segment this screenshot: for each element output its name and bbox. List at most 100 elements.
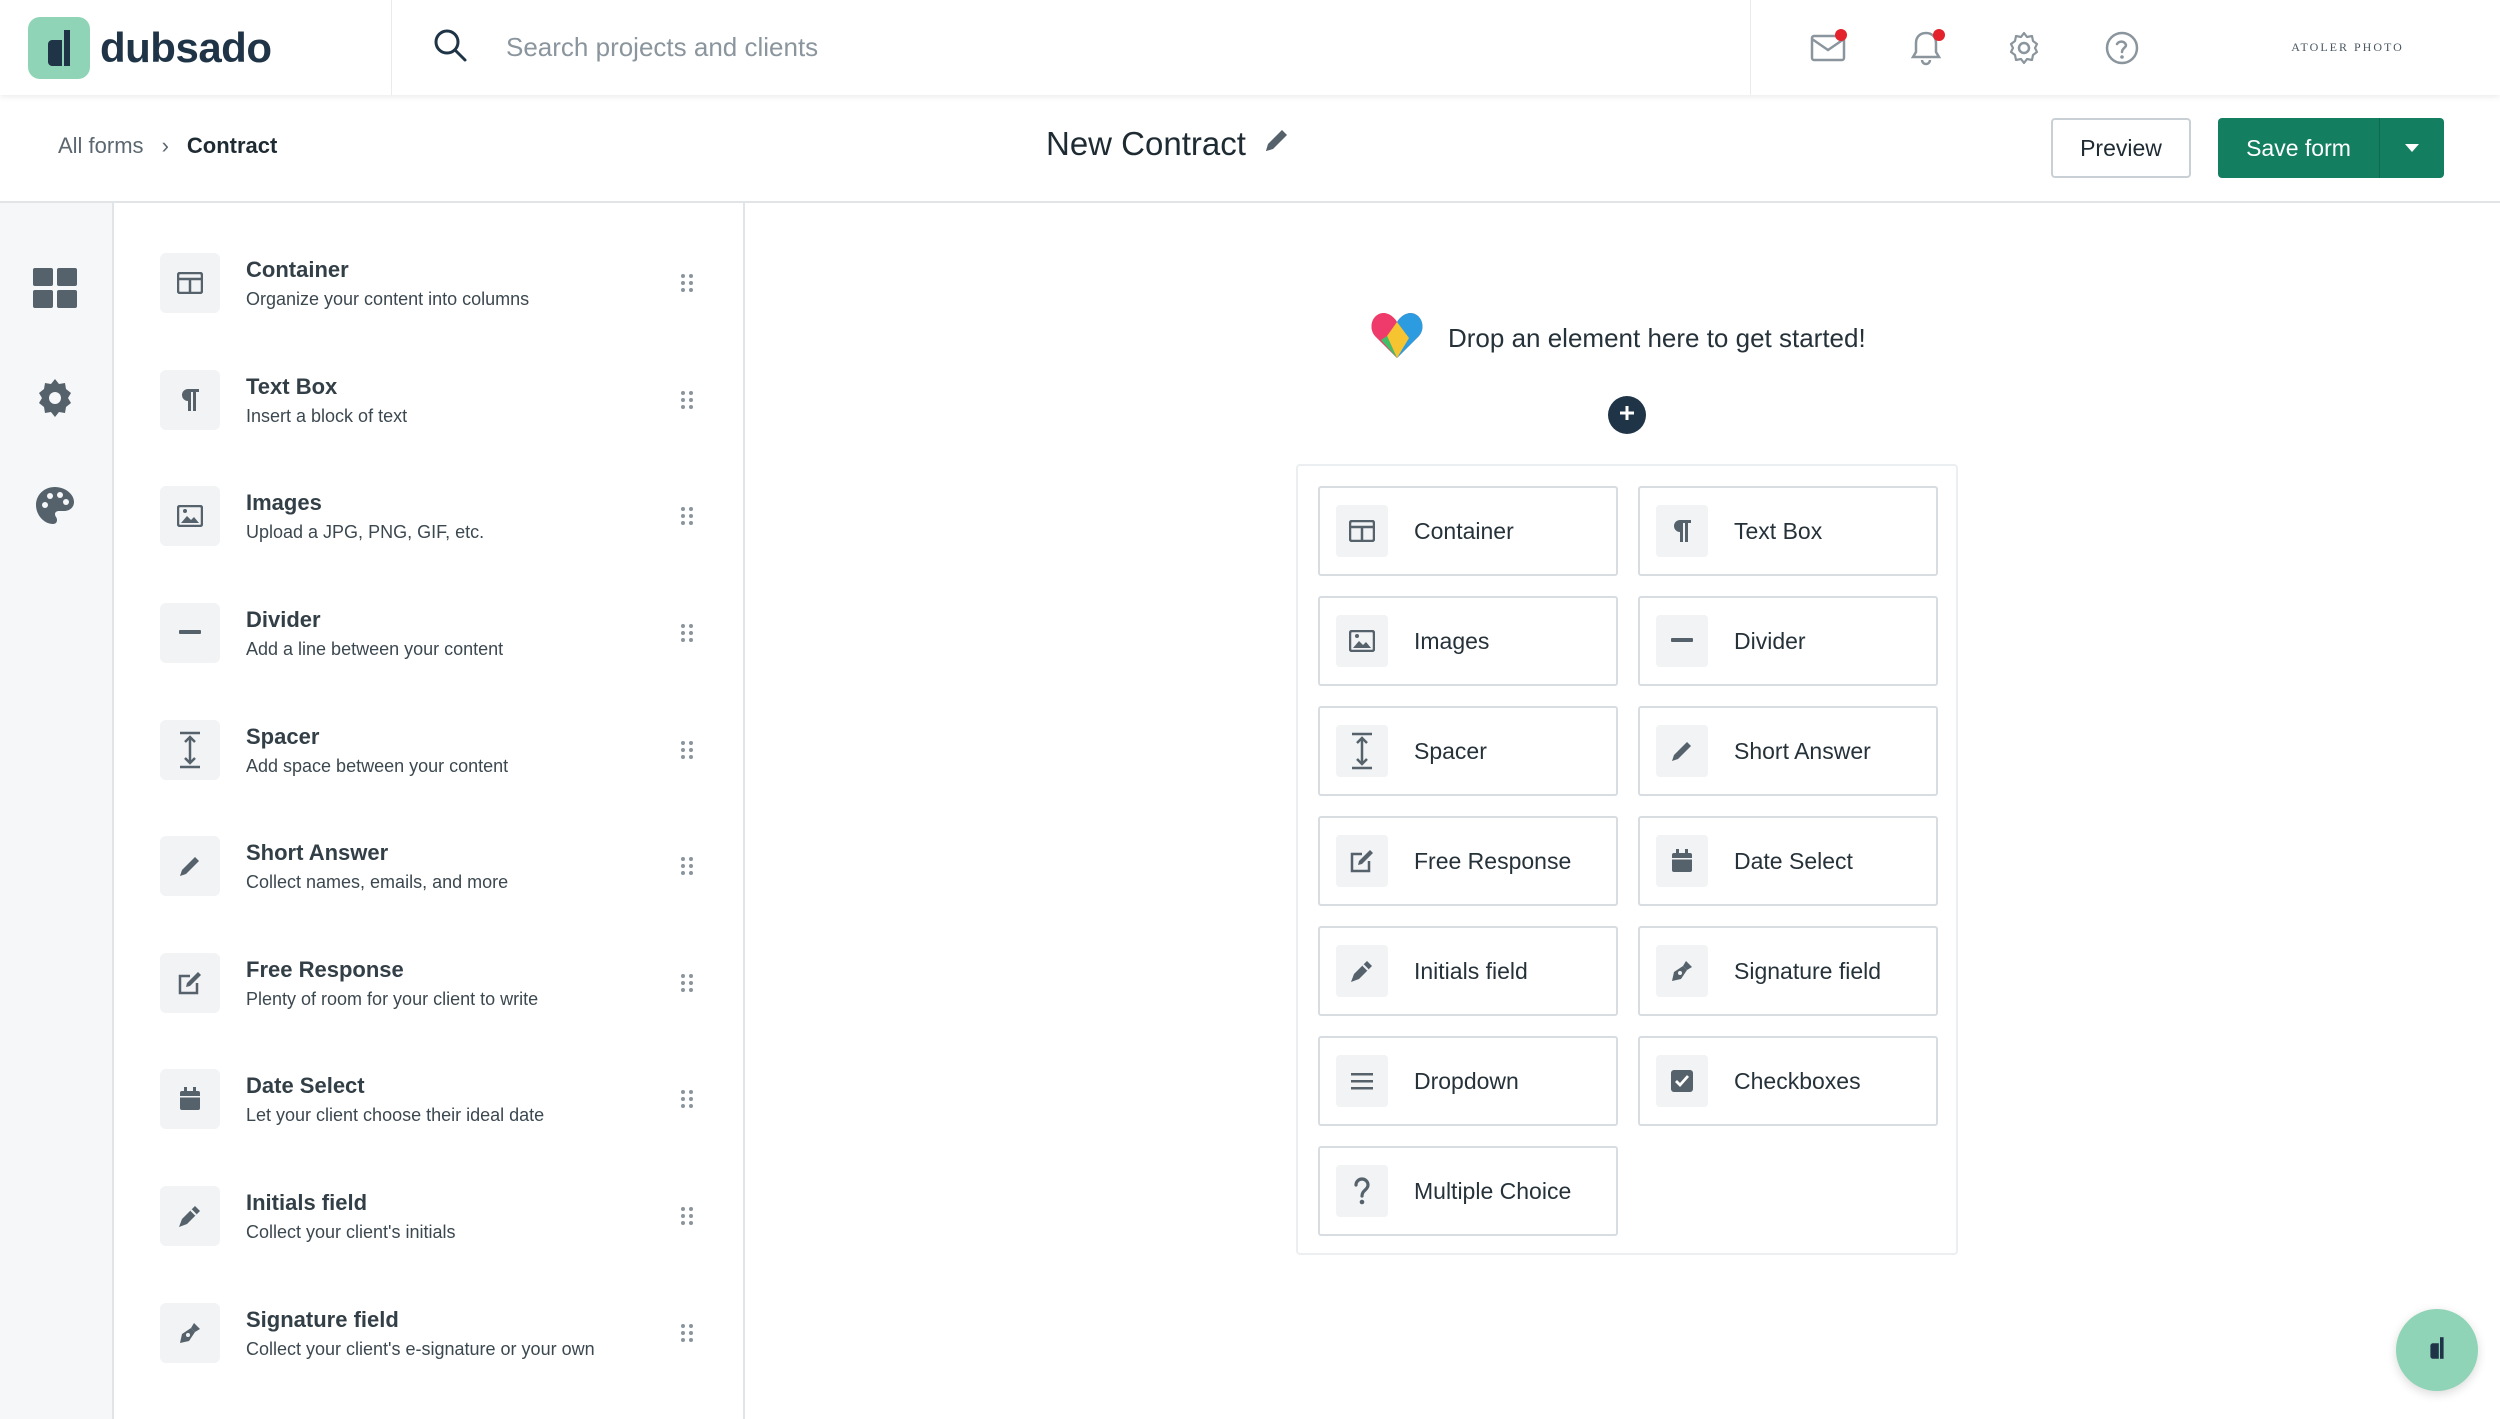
drag-handle-icon[interactable] [675, 504, 699, 528]
search-input[interactable] [506, 32, 1406, 63]
tile-label: Divider [1734, 627, 1806, 654]
edit-icon [160, 953, 220, 1013]
logo-text: dubsado [100, 23, 272, 71]
tile-label: Text Box [1734, 517, 1823, 544]
list-item-container[interactable]: Container Organize your content into colu… [160, 233, 715, 333]
signature-icon [1656, 945, 1708, 997]
drag-handle-icon[interactable] [675, 738, 699, 762]
gear-icon[interactable] [1999, 23, 2049, 73]
list-item-desc: Let your client choose their ideal date [246, 1104, 545, 1125]
tile-label: Initials field [1414, 957, 1528, 984]
form-header: All forms › Contract New Contract Previe… [0, 95, 2500, 203]
chat-launcher-button[interactable] [2396, 1309, 2478, 1391]
image-icon [1336, 615, 1388, 667]
tile-label: Container [1414, 517, 1514, 544]
drag-handle-icon[interactable] [675, 271, 699, 295]
signature-icon [160, 1303, 220, 1363]
list-item-title: Divider [246, 606, 321, 632]
form-title-text[interactable]: New Contract [1046, 125, 1246, 163]
list-item-title: Text Box [246, 373, 338, 399]
tile-dropdown[interactable]: Dropdown [1318, 1036, 1618, 1126]
search-icon[interactable] [432, 27, 468, 68]
settings-icon[interactable] [32, 375, 78, 421]
tile-divider[interactable]: Divider [1638, 596, 1938, 686]
list-item-title: Short Answer [246, 839, 389, 865]
list-item-short-answer[interactable]: Short Answer Collect names, emails, and m… [160, 816, 715, 916]
tile-free-response[interactable]: Free Response [1318, 816, 1618, 906]
tile-label: Dropdown [1414, 1067, 1519, 1094]
minus-icon [1656, 615, 1708, 667]
list-item-desc: Collect names, emails, and more [246, 871, 509, 892]
mail-notification-dot [1835, 28, 1847, 41]
list-item-desc: Plenty of room for your client to write [246, 988, 539, 1009]
breadcrumb-current: Contract [186, 133, 278, 158]
list-item-title: Images [246, 489, 322, 515]
pencil-icon [160, 836, 220, 896]
add-element-button[interactable] [1608, 396, 1646, 434]
tile-label: Images [1414, 627, 1490, 654]
list-item-signature-field[interactable]: Signature field Collect your client's e-s… [160, 1283, 715, 1383]
tile-container[interactable]: Container [1318, 486, 1618, 576]
drag-handle-icon[interactable] [675, 621, 699, 645]
list-item-free-response[interactable]: Free Response Plenty of room for your cli… [160, 933, 715, 1033]
tile-initials-field[interactable]: Initials field [1318, 926, 1618, 1016]
tile-spacer[interactable]: Spacer [1318, 706, 1618, 796]
drag-handle-icon[interactable] [675, 971, 699, 995]
paragraph-icon [160, 370, 220, 430]
tile-date-select[interactable]: Date Select [1638, 816, 1938, 906]
nav-icons: ATOLER PHOTO [1751, 0, 2500, 95]
list-item-title: Spacer [246, 723, 320, 749]
plus-icon [1618, 404, 1636, 427]
logo[interactable]: dubsado [0, 0, 392, 95]
list-item-desc: Add a line between your content [246, 638, 504, 659]
save-options-dropdown[interactable] [2379, 118, 2444, 178]
elements-icon[interactable] [32, 265, 78, 311]
list-item-title: Initials field [246, 1189, 368, 1215]
list-item-text-box[interactable]: Text Box Insert a block of text [160, 350, 715, 450]
list-item-desc: Add space between your content [246, 755, 509, 776]
list-item-initials-field[interactable]: Initials field Collect your client's init… [160, 1166, 715, 1266]
bell-icon[interactable] [1901, 23, 1951, 73]
list-icon [1336, 1055, 1388, 1107]
drag-handle-icon[interactable] [675, 854, 699, 878]
list-item-divider[interactable]: Divider Add a line between your content [160, 583, 715, 683]
pen-icon [160, 1186, 220, 1246]
list-item-spacer[interactable]: Spacer Add space between your content [160, 700, 715, 800]
drag-handle-icon[interactable] [675, 388, 699, 412]
save-form-button[interactable]: Save form [2218, 118, 2379, 178]
breadcrumb-all-forms[interactable]: All forms [58, 133, 144, 159]
help-icon[interactable] [2097, 23, 2147, 73]
tile-text-box[interactable]: Text Box [1638, 486, 1938, 576]
list-item-title: Free Response [246, 956, 404, 982]
list-item-title: Signature field [246, 1306, 399, 1332]
drag-handle-icon[interactable] [675, 1321, 699, 1345]
tile-images[interactable]: Images [1318, 596, 1618, 686]
tile-short-answer[interactable]: Short Answer [1638, 706, 1938, 796]
tile-label: Checkboxes [1734, 1067, 1861, 1094]
drag-handle-icon[interactable] [675, 1087, 699, 1111]
drop-zone-message: Drop an element here to get started! [1370, 310, 1866, 367]
calendar-icon [1656, 835, 1708, 887]
brand-logo[interactable]: ATOLER PHOTO [2195, 40, 2500, 55]
tile-checkboxes[interactable]: Checkboxes [1638, 1036, 1938, 1126]
tile-multiple-choice[interactable]: Multiple Choice [1318, 1146, 1618, 1236]
palette-icon[interactable] [32, 483, 78, 529]
drag-handle-icon[interactable] [675, 1204, 699, 1228]
tile-signature-field[interactable]: Signature field [1638, 926, 1938, 1016]
list-item-title: Date Select [246, 1072, 365, 1098]
checkbox-icon [1656, 1055, 1708, 1107]
list-item-desc: Collect your client's initials [246, 1221, 456, 1242]
preview-button[interactable]: Preview [2051, 118, 2191, 178]
calendar-icon [160, 1069, 220, 1129]
edit-icon [1336, 835, 1388, 887]
mail-icon[interactable] [1803, 23, 1853, 73]
list-item-desc: Collect your client's e-signature or you… [246, 1338, 595, 1359]
columns-icon [1336, 505, 1388, 557]
list-item-date-select[interactable]: Date Select Let your client choose their … [160, 1049, 715, 1149]
element-picker: Container Text Box Images Divider Spacer… [1296, 464, 1958, 1255]
edit-title-pencil-icon[interactable] [1262, 125, 1290, 163]
breadcrumb: All forms › Contract [58, 133, 277, 159]
bell-notification-dot [1933, 28, 1945, 41]
list-item-images[interactable]: Images Upload a JPG, PNG, GIF, etc. [160, 466, 715, 566]
pen-icon [1336, 945, 1388, 997]
